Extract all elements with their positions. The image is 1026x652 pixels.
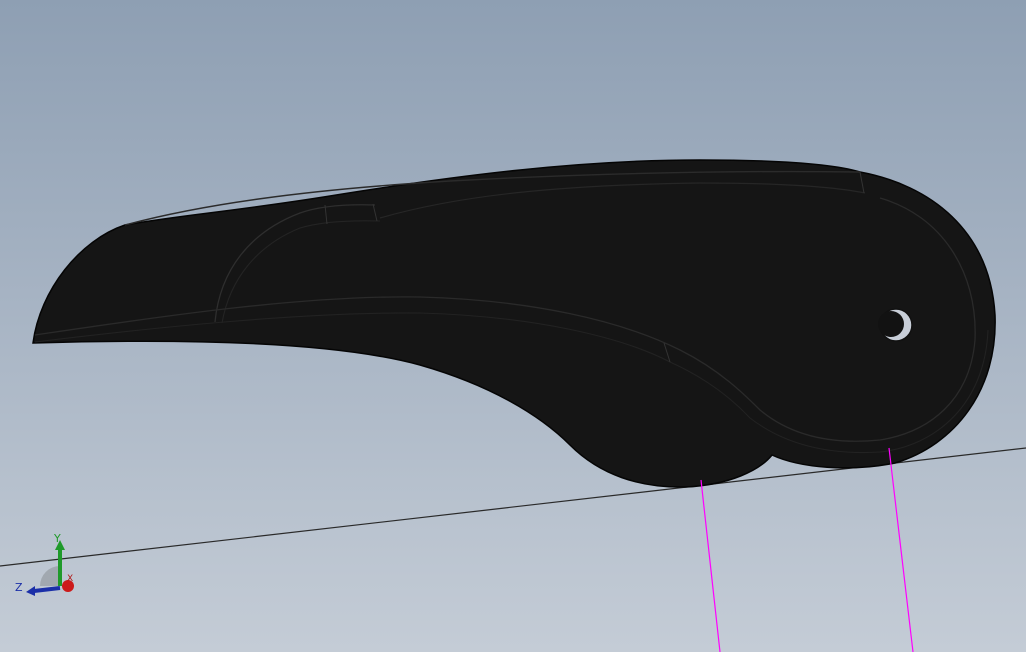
z-axis-arrowhead [26, 586, 35, 596]
part-body[interactable] [32, 159, 996, 488]
sketch-line-1[interactable] [700, 479, 721, 652]
z-axis-arrow [33, 586, 61, 593]
x-axis-label: X [67, 574, 74, 584]
sketch-line-2[interactable] [888, 447, 914, 652]
pivot-hole-inner [878, 311, 904, 337]
y-axis-label: Y [54, 532, 61, 545]
z-axis-label: Z [15, 581, 23, 594]
reference-triad[interactable]: Y Z X [12, 530, 82, 600]
3d-scene[interactable] [0, 0, 1026, 652]
graphics-viewport[interactable]: Y Z X [0, 0, 1026, 652]
triad-shade [40, 566, 60, 586]
